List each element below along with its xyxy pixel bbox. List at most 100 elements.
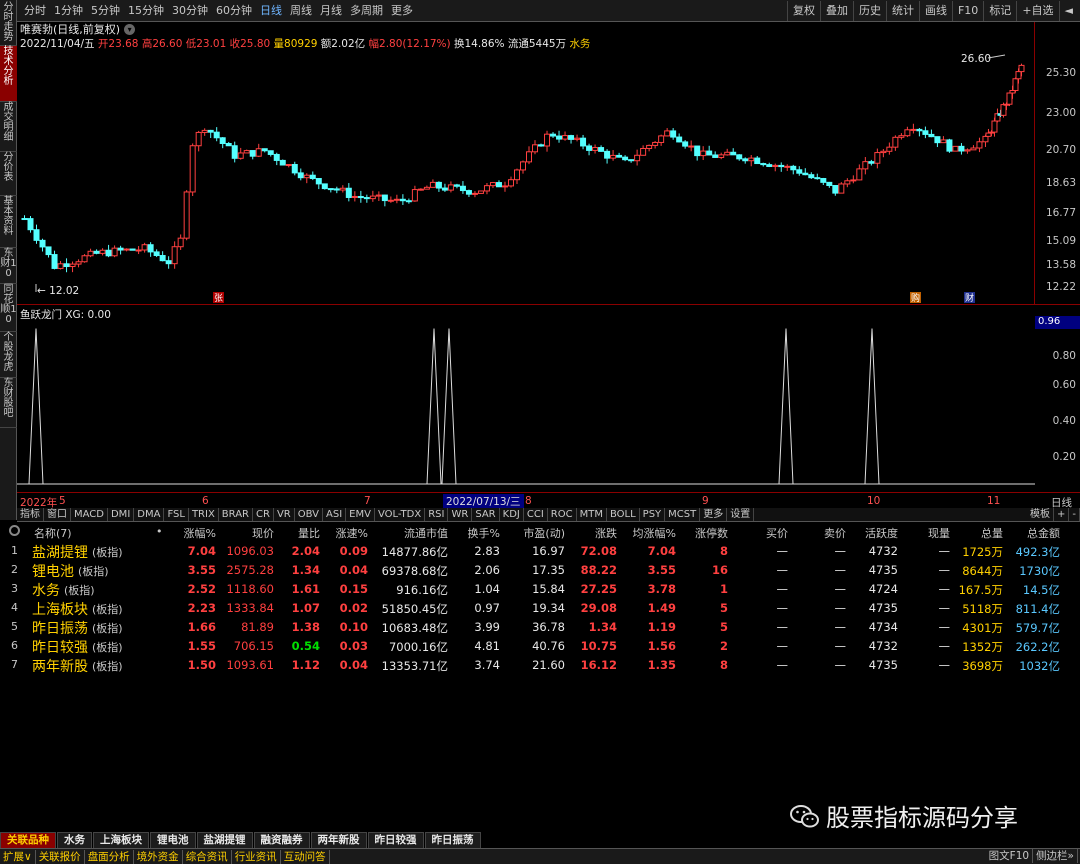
indicator-tab-2[interactable]: MACD <box>71 508 108 521</box>
column-header[interactable]: 卖价 <box>824 525 846 541</box>
period-tab-0[interactable]: 分时 <box>20 0 50 22</box>
indicator-tab-10[interactable]: OBV <box>295 508 323 521</box>
column-header[interactable]: 换手% <box>468 525 500 541</box>
left-tab-5[interactable]: 东财10 <box>0 248 17 284</box>
column-header[interactable]: 总金额 <box>1027 525 1060 541</box>
indicator-tab-right-2[interactable]: - <box>1069 508 1080 521</box>
sector-name[interactable]: 昨日振荡 <box>32 618 88 638</box>
column-header[interactable]: 量比 <box>298 525 320 541</box>
toolbar-tool-4[interactable]: 画线 <box>918 1 952 21</box>
indicator-tab-12[interactable]: EMV <box>346 508 375 521</box>
status-right-item-1[interactable]: 侧边栏» <box>1033 849 1078 863</box>
column-header[interactable]: 买价 <box>766 525 788 541</box>
indicator-tab-15[interactable]: WR <box>448 508 473 521</box>
indicator-tab-right-1[interactable]: + <box>1054 508 1070 521</box>
column-header[interactable]: 涨跌 <box>595 525 617 541</box>
sector-tab-3[interactable]: 锂电池 <box>150 832 196 848</box>
sector-name[interactable]: 水务 <box>32 580 60 600</box>
left-tab-6[interactable]: 同花顺10 <box>0 284 17 332</box>
sector-name[interactable]: 昨日较强 <box>32 637 88 657</box>
table-row[interactable]: 7 两年新股 (板指) 1.50 1093.61 1.12 0.04 13353.71亿 3.7… <box>0 655 1080 676</box>
table-row[interactable]: 1 盐湖提锂 (板指) 7.04 1096.03 2.04 0.09 14877.86亿 2.8… <box>0 541 1080 562</box>
status-item-5[interactable]: 行业资讯 <box>232 849 281 864</box>
toolbar-tool-6[interactable]: 标记 <box>983 1 1016 21</box>
left-tab-3[interactable]: 分价表 <box>0 152 17 196</box>
column-header[interactable]: 现价 <box>252 525 274 541</box>
period-tab-5[interactable]: 60分钟 <box>212 0 256 22</box>
indicator-tab-19[interactable]: ROC <box>548 508 577 521</box>
left-tab-4[interactable]: 基本资料 <box>0 196 17 248</box>
gear-icon[interactable] <box>9 525 20 536</box>
indicator-tab-14[interactable]: RSI <box>425 508 449 521</box>
toolbar-tool-8[interactable]: ◄ <box>1058 1 1078 21</box>
column-header[interactable]: 市盈(动) <box>523 525 565 541</box>
sector-tab-5[interactable]: 融资融券 <box>253 832 310 848</box>
indicator-tab-16[interactable]: SAR <box>472 508 500 521</box>
indicator-tab-4[interactable]: DMA <box>134 508 165 521</box>
column-header[interactable]: 名称(7) <box>34 525 72 541</box>
column-header[interactable]: 现量 <box>928 525 950 541</box>
status-item-4[interactable]: 综合资讯 <box>183 849 232 864</box>
period-tab-7[interactable]: 周线 <box>286 0 316 22</box>
status-item-2[interactable]: 盘面分析 <box>85 849 134 864</box>
toolbar-tool-7[interactable]: +自选 <box>1016 1 1058 21</box>
sector-name[interactable]: 两年新股 <box>32 656 88 676</box>
indicator-tab-22[interactable]: PSY <box>640 508 666 521</box>
sector-tab-8[interactable]: 昨日振荡 <box>424 832 481 848</box>
indicator-tab-right-0[interactable]: 模板 <box>1027 508 1054 521</box>
indicator-tab-7[interactable]: BRAR <box>219 508 253 521</box>
indicator-tab-3[interactable]: DMI <box>108 508 135 521</box>
column-header[interactable]: 总量 <box>981 525 1003 541</box>
indicator-tab-6[interactable]: TRIX <box>189 508 219 521</box>
column-header[interactable]: 流通市值 <box>404 525 448 541</box>
indicator-tab-8[interactable]: CR <box>253 508 274 521</box>
sector-name[interactable]: 锂电池 <box>32 561 74 581</box>
sector-tab-7[interactable]: 昨日较强 <box>367 832 424 848</box>
period-tab-10[interactable]: 更多 <box>387 0 417 22</box>
sector-name[interactable]: 上海板块 <box>32 599 88 619</box>
left-tab-0[interactable]: 分时走势 <box>0 2 17 46</box>
sector-tab-4[interactable]: 盐湖提锂 <box>196 832 253 848</box>
column-header[interactable]: 涨速% <box>336 525 368 541</box>
table-row[interactable]: 2 锂电池 (板指) 3.55 2575.28 1.34 0.04 69378.68亿 2.06… <box>0 560 1080 581</box>
left-tab-1[interactable]: 技术分析 <box>0 46 17 102</box>
toolbar-tool-2[interactable]: 历史 <box>852 1 886 21</box>
sector-name[interactable]: 盐湖提锂 <box>32 542 88 562</box>
indicator-tab-11[interactable]: ASI <box>323 508 347 521</box>
indicator-tab-5[interactable]: FSL <box>164 508 189 521</box>
indicator-tab-25[interactable]: 设置 <box>727 508 755 521</box>
indicator-tab-17[interactable]: KDJ <box>500 508 524 521</box>
column-header[interactable]: 活跃度 <box>865 525 898 541</box>
left-tab-2[interactable]: 成交明细 <box>0 102 17 152</box>
period-tab-6[interactable]: 日线 <box>256 0 286 22</box>
indicator-tab-0[interactable]: 指标 <box>17 508 44 521</box>
status-item-3[interactable]: 境外资金 <box>134 849 183 864</box>
toolbar-tool-0[interactable]: 复权 <box>786 1 820 21</box>
sector-tab-6[interactable]: 两年新股 <box>310 832 367 848</box>
status-item-0[interactable]: 扩展∨ <box>0 849 36 864</box>
column-header[interactable]: 涨幅% <box>184 525 216 541</box>
toolbar-tool-1[interactable]: 叠加 <box>819 1 853 21</box>
indicator-tab-18[interactable]: CCI <box>524 508 548 521</box>
indicator-tab-9[interactable]: VR <box>274 508 295 521</box>
table-row[interactable]: 3 水务 (板指) 2.52 1118.60 1.61 0.15 916.16亿 1.04 15.… <box>0 579 1080 600</box>
table-row[interactable]: 5 昨日振荡 (板指) 1.66 81.89 1.38 0.10 10683.48亿 3.99 3… <box>0 617 1080 638</box>
sector-tab-0[interactable]: 关联品种 <box>0 832 56 848</box>
period-tab-9[interactable]: 多周期 <box>346 0 387 22</box>
column-header[interactable]: 均涨幅% <box>633 525 676 541</box>
period-tab-4[interactable]: 30分钟 <box>168 0 212 22</box>
period-tab-1[interactable]: 1分钟 <box>50 0 87 22</box>
status-item-6[interactable]: 互动问答 <box>281 849 330 864</box>
indicator-tab-23[interactable]: MCST <box>665 508 701 521</box>
sector-tab-2[interactable]: 上海板块 <box>93 832 149 848</box>
column-header[interactable]: 涨停数 <box>695 525 728 541</box>
period-tab-3[interactable]: 15分钟 <box>124 0 168 22</box>
sector-tab-1[interactable]: 水务 <box>57 832 92 848</box>
candlestick-chart-area[interactable]: 26.60 ← 12.02 张 购 财 <box>17 22 1035 304</box>
table-row[interactable]: 4 上海板块 (板指) 2.23 1333.84 1.07 0.02 51850.45亿 0.9… <box>0 598 1080 619</box>
toolbar-tool-5[interactable]: F10 <box>951 1 983 21</box>
indicator-tab-1[interactable]: 窗口 <box>44 508 71 521</box>
indicator-tab-24[interactable]: 更多 <box>700 508 728 521</box>
table-row[interactable]: 6 昨日较强 (板指) 1.55 706.15 0.54 0.03 7000.16亿 4.81 4… <box>0 636 1080 657</box>
indicator-tab-20[interactable]: MTM <box>577 508 607 521</box>
